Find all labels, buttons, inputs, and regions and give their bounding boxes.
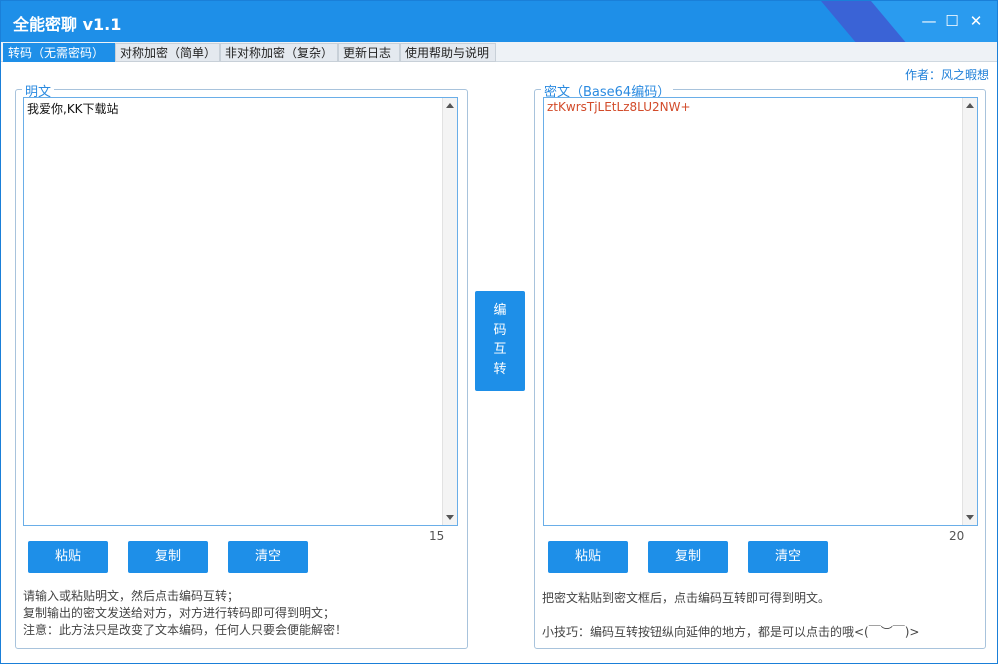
right-note-1: 把密文粘贴到密文框后，点击编码互转即可得到明文。 [542, 591, 831, 605]
scroll-down-icon[interactable] [966, 515, 974, 520]
scroll-up-icon[interactable] [446, 103, 454, 108]
app-window: 全能密聊 v1.1 — ☐ ✕ 转码（无需密码） 对称加密（简单） 非对称加密（… [0, 0, 998, 664]
plaintext-paste-button[interactable]: 粘贴 [28, 541, 108, 573]
ciphertext-content: ztKwrsTjLEtLz8LU2NW+ [547, 100, 691, 114]
tab-symmetric[interactable]: 对称加密（简单） [115, 43, 220, 62]
ciphertext-clear-button[interactable]: 清空 [748, 541, 828, 573]
plaintext-char-count: 15 [429, 529, 445, 543]
left-note-2: 复制输出的密文发送给对方，对方进行转码即可得到明文； [23, 606, 336, 620]
left-note-1: 请输入或粘贴明文，然后点击编码互转； [23, 589, 240, 603]
tab-asymmetric[interactable]: 非对称加密（复杂） [220, 43, 338, 62]
convert-button[interactable]: 编 码 互 转 [475, 291, 525, 391]
tab-bar: 转码（无需密码） 对称加密（简单） 非对称加密（复杂） 更新日志 使用帮助与说明 [1, 42, 997, 62]
plaintext-input[interactable]: 我爱你,KK下载站 [23, 97, 458, 526]
convert-button-char-4: 转 [493, 361, 507, 377]
window-title: 全能密聊 v1.1 [13, 15, 122, 34]
ciphertext-scrollbar[interactable] [962, 98, 977, 525]
minimize-button[interactable]: — [919, 11, 939, 31]
tab-changelog[interactable]: 更新日志 [338, 43, 400, 62]
maximize-button[interactable]: ☐ [942, 11, 962, 31]
right-note-2: 小技巧：编码互转按钮纵向延伸的地方，都是可以点击的哦<(￣︶￣)> [542, 625, 920, 639]
author-label: 作者：风之暇想 [904, 68, 989, 82]
convert-button-char-2: 码 [493, 322, 507, 338]
ciphertext-paste-button[interactable]: 粘贴 [548, 541, 628, 573]
ciphertext-char-count: 20 [949, 529, 965, 543]
scroll-up-icon[interactable] [966, 103, 974, 108]
plaintext-copy-button[interactable]: 复制 [128, 541, 208, 573]
left-note-3: 注意：此方法只是改变了文本编码，任何人只要会便能解密！ [23, 623, 348, 637]
plaintext-scrollbar[interactable] [442, 98, 457, 525]
convert-button-char-1: 编 [493, 303, 507, 318]
tab-transcode[interactable]: 转码（无需密码） [3, 43, 115, 62]
plaintext-clear-button[interactable]: 清空 [228, 541, 308, 573]
title-bar[interactable]: 全能密聊 v1.1 — ☐ ✕ [1, 1, 997, 42]
tab-help[interactable]: 使用帮助与说明 [400, 43, 496, 62]
plaintext-content: 我爱你,KK下载站 [27, 102, 119, 116]
close-button[interactable]: ✕ [966, 11, 986, 31]
ciphertext-copy-button[interactable]: 复制 [648, 541, 728, 573]
convert-button-char-3: 互 [493, 342, 507, 357]
ciphertext-input[interactable]: ztKwrsTjLEtLz8LU2NW+ [543, 97, 978, 526]
scroll-down-icon[interactable] [446, 515, 454, 520]
